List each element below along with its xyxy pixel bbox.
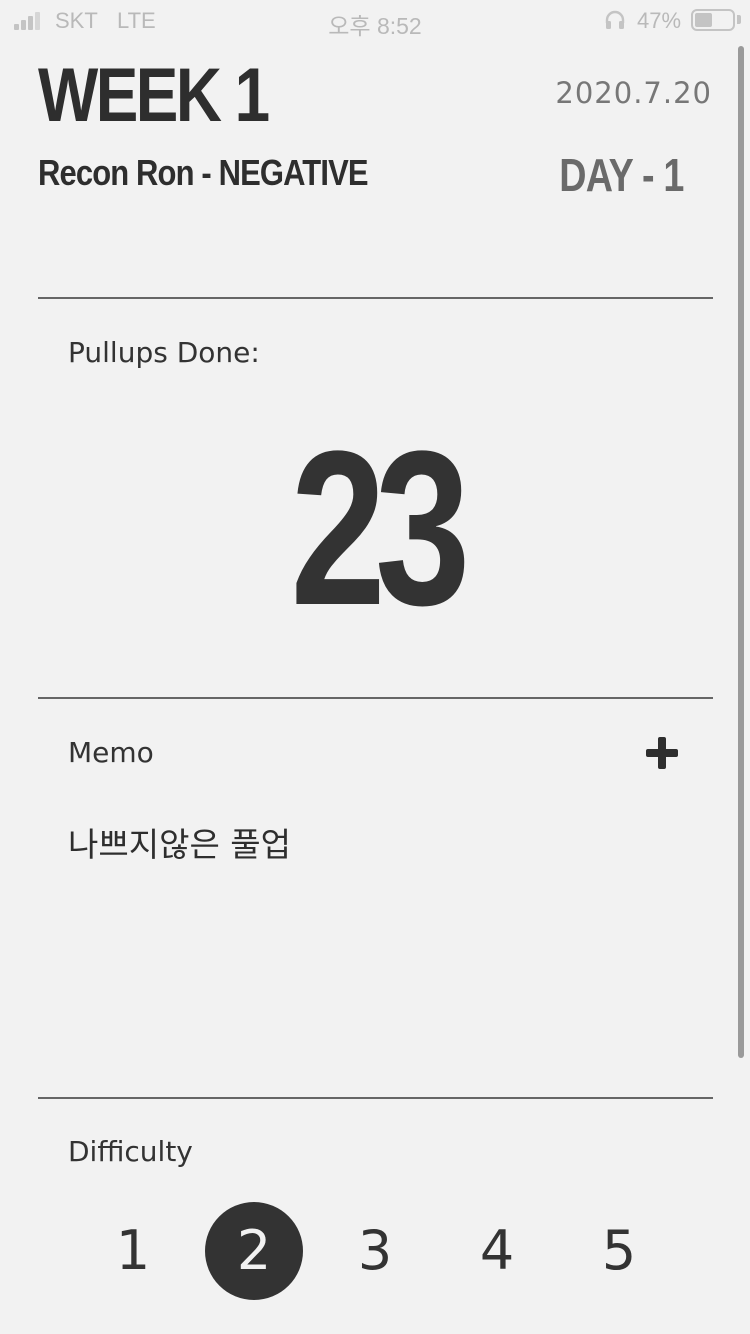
plus-icon[interactable] (642, 733, 682, 773)
difficulty-option-4[interactable]: 4 (448, 1202, 546, 1300)
divider (38, 1097, 713, 1099)
pullups-count: 23 (290, 405, 470, 651)
memo-label: Memo (68, 736, 154, 769)
battery-level-fill (695, 13, 712, 27)
status-bar: SKT LTE 오후 8:52 47% (0, 0, 750, 40)
battery-icon (691, 9, 735, 31)
scroll-indicator[interactable] (738, 46, 744, 1058)
memo-text[interactable]: 나쁘지않은 풀업 (68, 818, 291, 866)
headphones-icon (605, 10, 625, 29)
difficulty-selector: 1 2 3 4 5 (0, 1200, 750, 1300)
difficulty-option-2[interactable]: 2 (205, 1202, 303, 1300)
program-name: Recon Ron - NEGATIVE (38, 152, 369, 193)
divider (38, 697, 713, 699)
difficulty-option-3[interactable]: 3 (326, 1202, 424, 1300)
pullups-label: Pullups Done: (68, 336, 260, 369)
difficulty-option-5[interactable]: 5 (570, 1202, 668, 1300)
difficulty-label: Difficulty (68, 1135, 193, 1168)
week-title: WEEK 1 (38, 53, 270, 138)
workout-date: 2020.7.20 (555, 76, 712, 110)
divider (38, 297, 713, 299)
battery-cap (737, 15, 741, 24)
difficulty-option-1[interactable]: 1 (84, 1202, 182, 1300)
day-label: DAY - 1 (559, 149, 685, 201)
battery-percent: 47% (637, 8, 682, 33)
